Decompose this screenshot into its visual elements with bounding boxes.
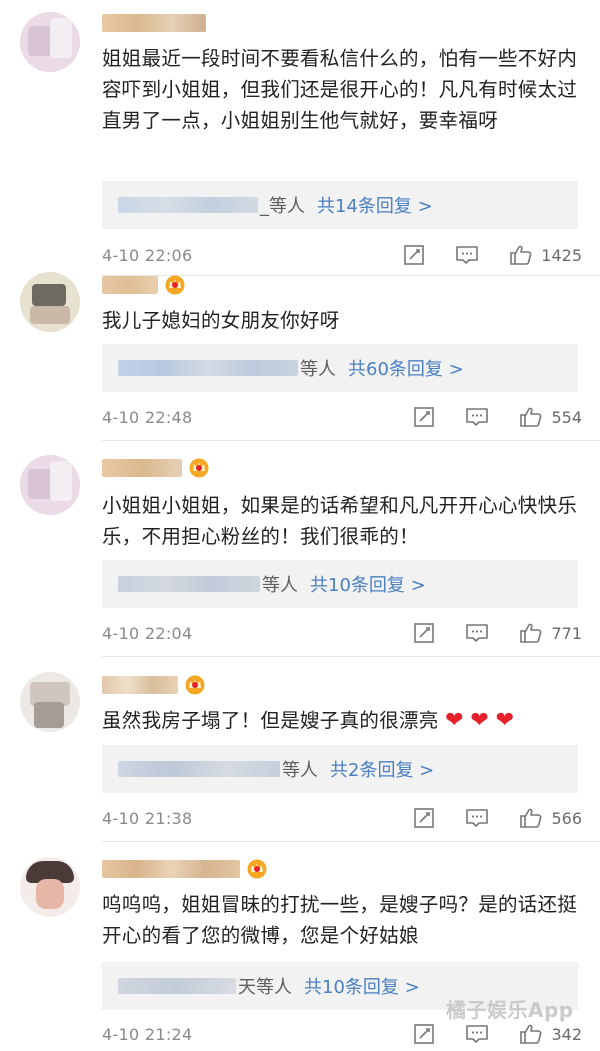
crown-icon xyxy=(189,458,209,478)
comment-icon[interactable] xyxy=(465,1023,489,1045)
reply-preview[interactable]: 等人 共10条回复 > xyxy=(102,560,578,608)
comment-icon[interactable] xyxy=(455,244,479,266)
reply-count-link[interactable]: 共14条回复 > xyxy=(317,192,433,218)
like-count: 1425 xyxy=(541,245,582,265)
reply-count-link[interactable]: 共10条回复 > xyxy=(310,571,426,597)
comment-text: 我儿子媳妇的女朋友你好呀 xyxy=(102,309,340,332)
reply-suffix: 天等人 xyxy=(238,977,292,998)
username-blurred[interactable] xyxy=(102,274,186,296)
reply-suffix: 等人 xyxy=(300,359,336,380)
divider xyxy=(102,656,600,657)
avatar[interactable] xyxy=(20,672,80,732)
comment-time: 4-10 22:48 xyxy=(102,407,193,427)
like-icon[interactable] xyxy=(509,244,533,266)
comment-text: 虽然我房子塌了！但是嫂子真的很漂亮 ❤ ❤ ❤ xyxy=(102,708,515,733)
avatar[interactable] xyxy=(20,12,80,72)
reply-count-link[interactable]: 共10条回复 > xyxy=(304,973,420,999)
username-blurred[interactable] xyxy=(102,674,206,696)
crown-icon xyxy=(247,859,267,879)
like-icon[interactable] xyxy=(519,807,543,829)
like-icon[interactable] xyxy=(519,1023,543,1045)
reply-suffix: _等人 xyxy=(260,196,305,217)
like-count: 771 xyxy=(551,623,582,643)
comment-icon[interactable] xyxy=(465,406,489,428)
avatar[interactable] xyxy=(20,272,80,332)
reply-suffix: 等人 xyxy=(282,760,318,781)
comment-text: 姐姐最近一段时间不要看私信什么的，怕有一些不好内容吓到小姐姐，但我们还是很开心的… xyxy=(102,47,578,132)
avatar[interactable] xyxy=(20,857,80,917)
comment-icon[interactable] xyxy=(465,807,489,829)
crown-icon xyxy=(165,275,185,295)
like-count: 554 xyxy=(551,407,582,427)
comment-time: 4-10 21:38 xyxy=(102,808,193,828)
like-count: 342 xyxy=(551,1024,582,1044)
edit-icon[interactable] xyxy=(403,244,425,266)
divider xyxy=(102,841,600,842)
reply-preview[interactable]: 等人 共2条回复 > xyxy=(102,745,578,793)
username-blurred[interactable] xyxy=(102,12,206,34)
edit-icon[interactable] xyxy=(413,406,435,428)
edit-icon[interactable] xyxy=(413,807,435,829)
crown-icon xyxy=(185,675,205,695)
like-icon[interactable] xyxy=(519,406,543,428)
reply-preview[interactable]: 等人 共60条回复 > xyxy=(102,344,578,392)
username-blurred[interactable] xyxy=(102,858,268,880)
comment-time: 4-10 21:24 xyxy=(102,1024,193,1044)
avatar[interactable] xyxy=(20,455,80,515)
reply-preview[interactable]: _等人 共14条回复 > xyxy=(102,181,578,229)
comment-icon[interactable] xyxy=(465,622,489,644)
comment-time: 4-10 22:06 xyxy=(102,245,193,265)
username-blurred[interactable] xyxy=(102,457,210,479)
edit-icon[interactable] xyxy=(413,1023,435,1045)
reply-count-link[interactable]: 共60条回复 > xyxy=(348,355,464,381)
like-icon[interactable] xyxy=(519,622,543,644)
comment-text: 小姐姐小姐姐，如果是的话希望和凡凡开开心心快快乐乐，不用担心粉丝的！我们很乖的！ xyxy=(102,494,578,548)
reply-suffix: 等人 xyxy=(262,575,298,596)
like-count: 566 xyxy=(551,808,582,828)
comment-time: 4-10 22:04 xyxy=(102,623,193,643)
divider xyxy=(102,440,600,441)
comment-text: 呜呜呜，姐姐冒昧的打扰一些，是嫂子吗？是的话还挺开心的看了您的微博，您是个好姑娘 xyxy=(102,893,578,947)
reply-count-link[interactable]: 共2条回复 > xyxy=(330,756,434,782)
watermark: 橘子娱乐App xyxy=(446,998,574,1022)
edit-icon[interactable] xyxy=(413,622,435,644)
